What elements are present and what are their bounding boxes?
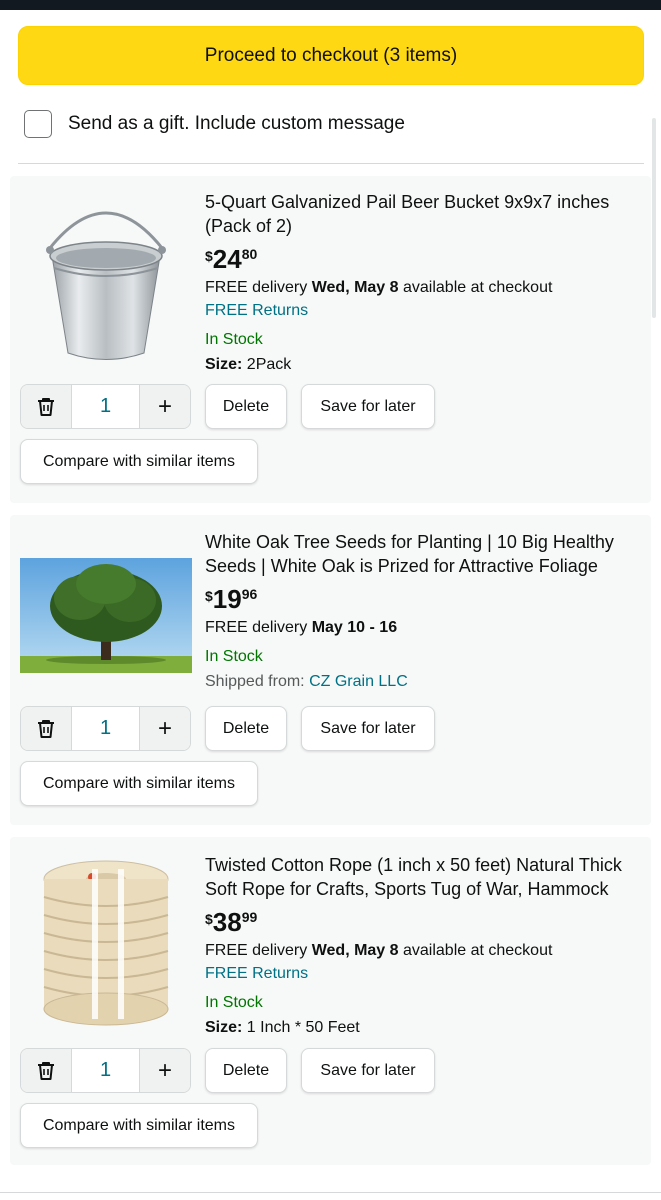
quantity-stepper: 1 + [20,706,191,751]
delivery-date: Wed, May 8 [311,942,399,959]
plus-icon: + [157,392,172,420]
item-details: 5-Quart Galvanized Pail Beer Bucket 9x9x… [205,190,639,376]
free-returns-link[interactable]: FREE Returns [205,963,639,985]
compare-similar-button[interactable]: Compare with similar items [20,439,258,484]
quantity-value[interactable]: 1 [71,385,140,428]
divider [18,163,644,164]
save-for-later-button[interactable]: Save for later [301,384,435,429]
delivery-suffix: available at checkout [398,279,553,296]
price-whole: 38 [212,907,242,937]
delivery-suffix: available at checkout [398,942,553,959]
compare-similar-button[interactable]: Compare with similar items [20,761,258,806]
save-for-later-button[interactable]: Save for later [301,1048,435,1093]
delete-quantity-button[interactable] [21,707,71,750]
trash-icon [38,719,54,738]
delete-button[interactable]: Delete [205,1048,287,1093]
item-controls: 1 + Delete Save for later [20,1048,435,1093]
delivery-info: FREE delivery Wed, May 8 available at ch… [205,940,639,962]
quantity-value[interactable]: 1 [71,1049,140,1092]
quantity-value[interactable]: 1 [71,707,140,750]
stock-status: In Stock [205,331,263,348]
gift-label[interactable]: Send as a gift. Include custom message [68,113,405,135]
shipped-from-label: Shipped from: [205,673,310,690]
product-price: $19 96 [205,584,639,616]
delivery-date: May 10 - 16 [311,619,398,636]
item-controls: 1 + Delete Save for later [20,384,435,429]
stock-status: In Stock [205,994,263,1011]
product-price: $38 99 [205,907,639,939]
shipped-from-info: Shipped from: CZ Grain LLC [205,671,639,693]
increase-quantity-button[interactable]: + [140,385,190,428]
quantity-stepper: 1 + [20,384,191,429]
price-fraction: 96 [241,586,258,602]
product-image-bucket[interactable] [20,188,192,366]
quantity-stepper: 1 + [20,1048,191,1093]
stock-status: In Stock [205,648,263,665]
item-controls: 1 + Delete Save for later [20,706,435,751]
delete-quantity-button[interactable] [21,385,71,428]
cart-item: White Oak Tree Seeds for Planting | 10 B… [10,515,651,825]
price-fraction: 80 [241,246,258,262]
compare-similar-button[interactable]: Compare with similar items [20,1103,258,1148]
price-whole: 24 [212,244,242,274]
price-fraction: 99 [241,909,258,925]
gift-checkbox[interactable] [24,110,52,138]
product-title[interactable]: 5-Quart Galvanized Pail Beer Bucket 9x9x… [205,190,639,238]
product-image-oak-tree[interactable] [20,558,192,673]
delete-quantity-button[interactable] [21,1049,71,1092]
size-label: Size: [205,356,243,373]
delivery-info: FREE delivery May 10 - 16 [205,617,639,639]
delivery-prefix: FREE delivery [205,619,312,636]
increase-quantity-button[interactable]: + [140,1049,190,1092]
plus-icon: + [157,1056,172,1084]
top-bar [0,0,661,10]
size-info: Size: 1 Inch * 50 Feet [205,1017,639,1039]
price-symbol: $ [205,911,213,927]
trash-icon [38,397,54,416]
save-for-later-button[interactable]: Save for later [301,706,435,751]
price-symbol: $ [205,588,213,604]
plus-icon: + [157,714,172,742]
product-title[interactable]: White Oak Tree Seeds for Planting | 10 B… [205,530,639,578]
item-details: White Oak Tree Seeds for Planting | 10 B… [205,530,639,693]
delivery-prefix: FREE delivery [205,279,312,296]
size-value: 2Pack [242,356,292,373]
product-price: $24 80 [205,244,639,276]
delivery-info: FREE delivery Wed, May 8 available at ch… [205,277,639,299]
seller-link[interactable]: CZ Grain LLC [309,673,408,690]
free-returns-link[interactable]: FREE Returns [205,300,639,322]
gift-option[interactable]: Send as a gift. Include custom message [24,108,405,140]
item-details: Twisted Cotton Rope (1 inch x 50 feet) N… [205,853,639,1039]
price-whole: 19 [212,584,242,614]
product-title[interactable]: Twisted Cotton Rope (1 inch x 50 feet) N… [205,853,639,901]
size-value: 1 Inch * 50 Feet [242,1019,360,1036]
bottom-divider [0,1192,661,1193]
trash-icon [38,1061,54,1080]
size-label: Size: [205,1019,243,1036]
size-info: Size: 2Pack [205,354,639,376]
price-symbol: $ [205,248,213,264]
proceed-to-checkout-button[interactable]: Proceed to checkout (3 items) [18,26,644,85]
cart-item: 5-Quart Galvanized Pail Beer Bucket 9x9x… [10,176,651,503]
delivery-prefix: FREE delivery [205,942,312,959]
cart-item: Twisted Cotton Rope (1 inch x 50 feet) N… [10,837,651,1165]
scrollbar[interactable] [652,118,656,318]
delete-button[interactable]: Delete [205,706,287,751]
increase-quantity-button[interactable]: + [140,707,190,750]
delete-button[interactable]: Delete [205,384,287,429]
product-image-cotton-rope[interactable] [20,849,192,1029]
delivery-date: Wed, May 8 [311,279,399,296]
